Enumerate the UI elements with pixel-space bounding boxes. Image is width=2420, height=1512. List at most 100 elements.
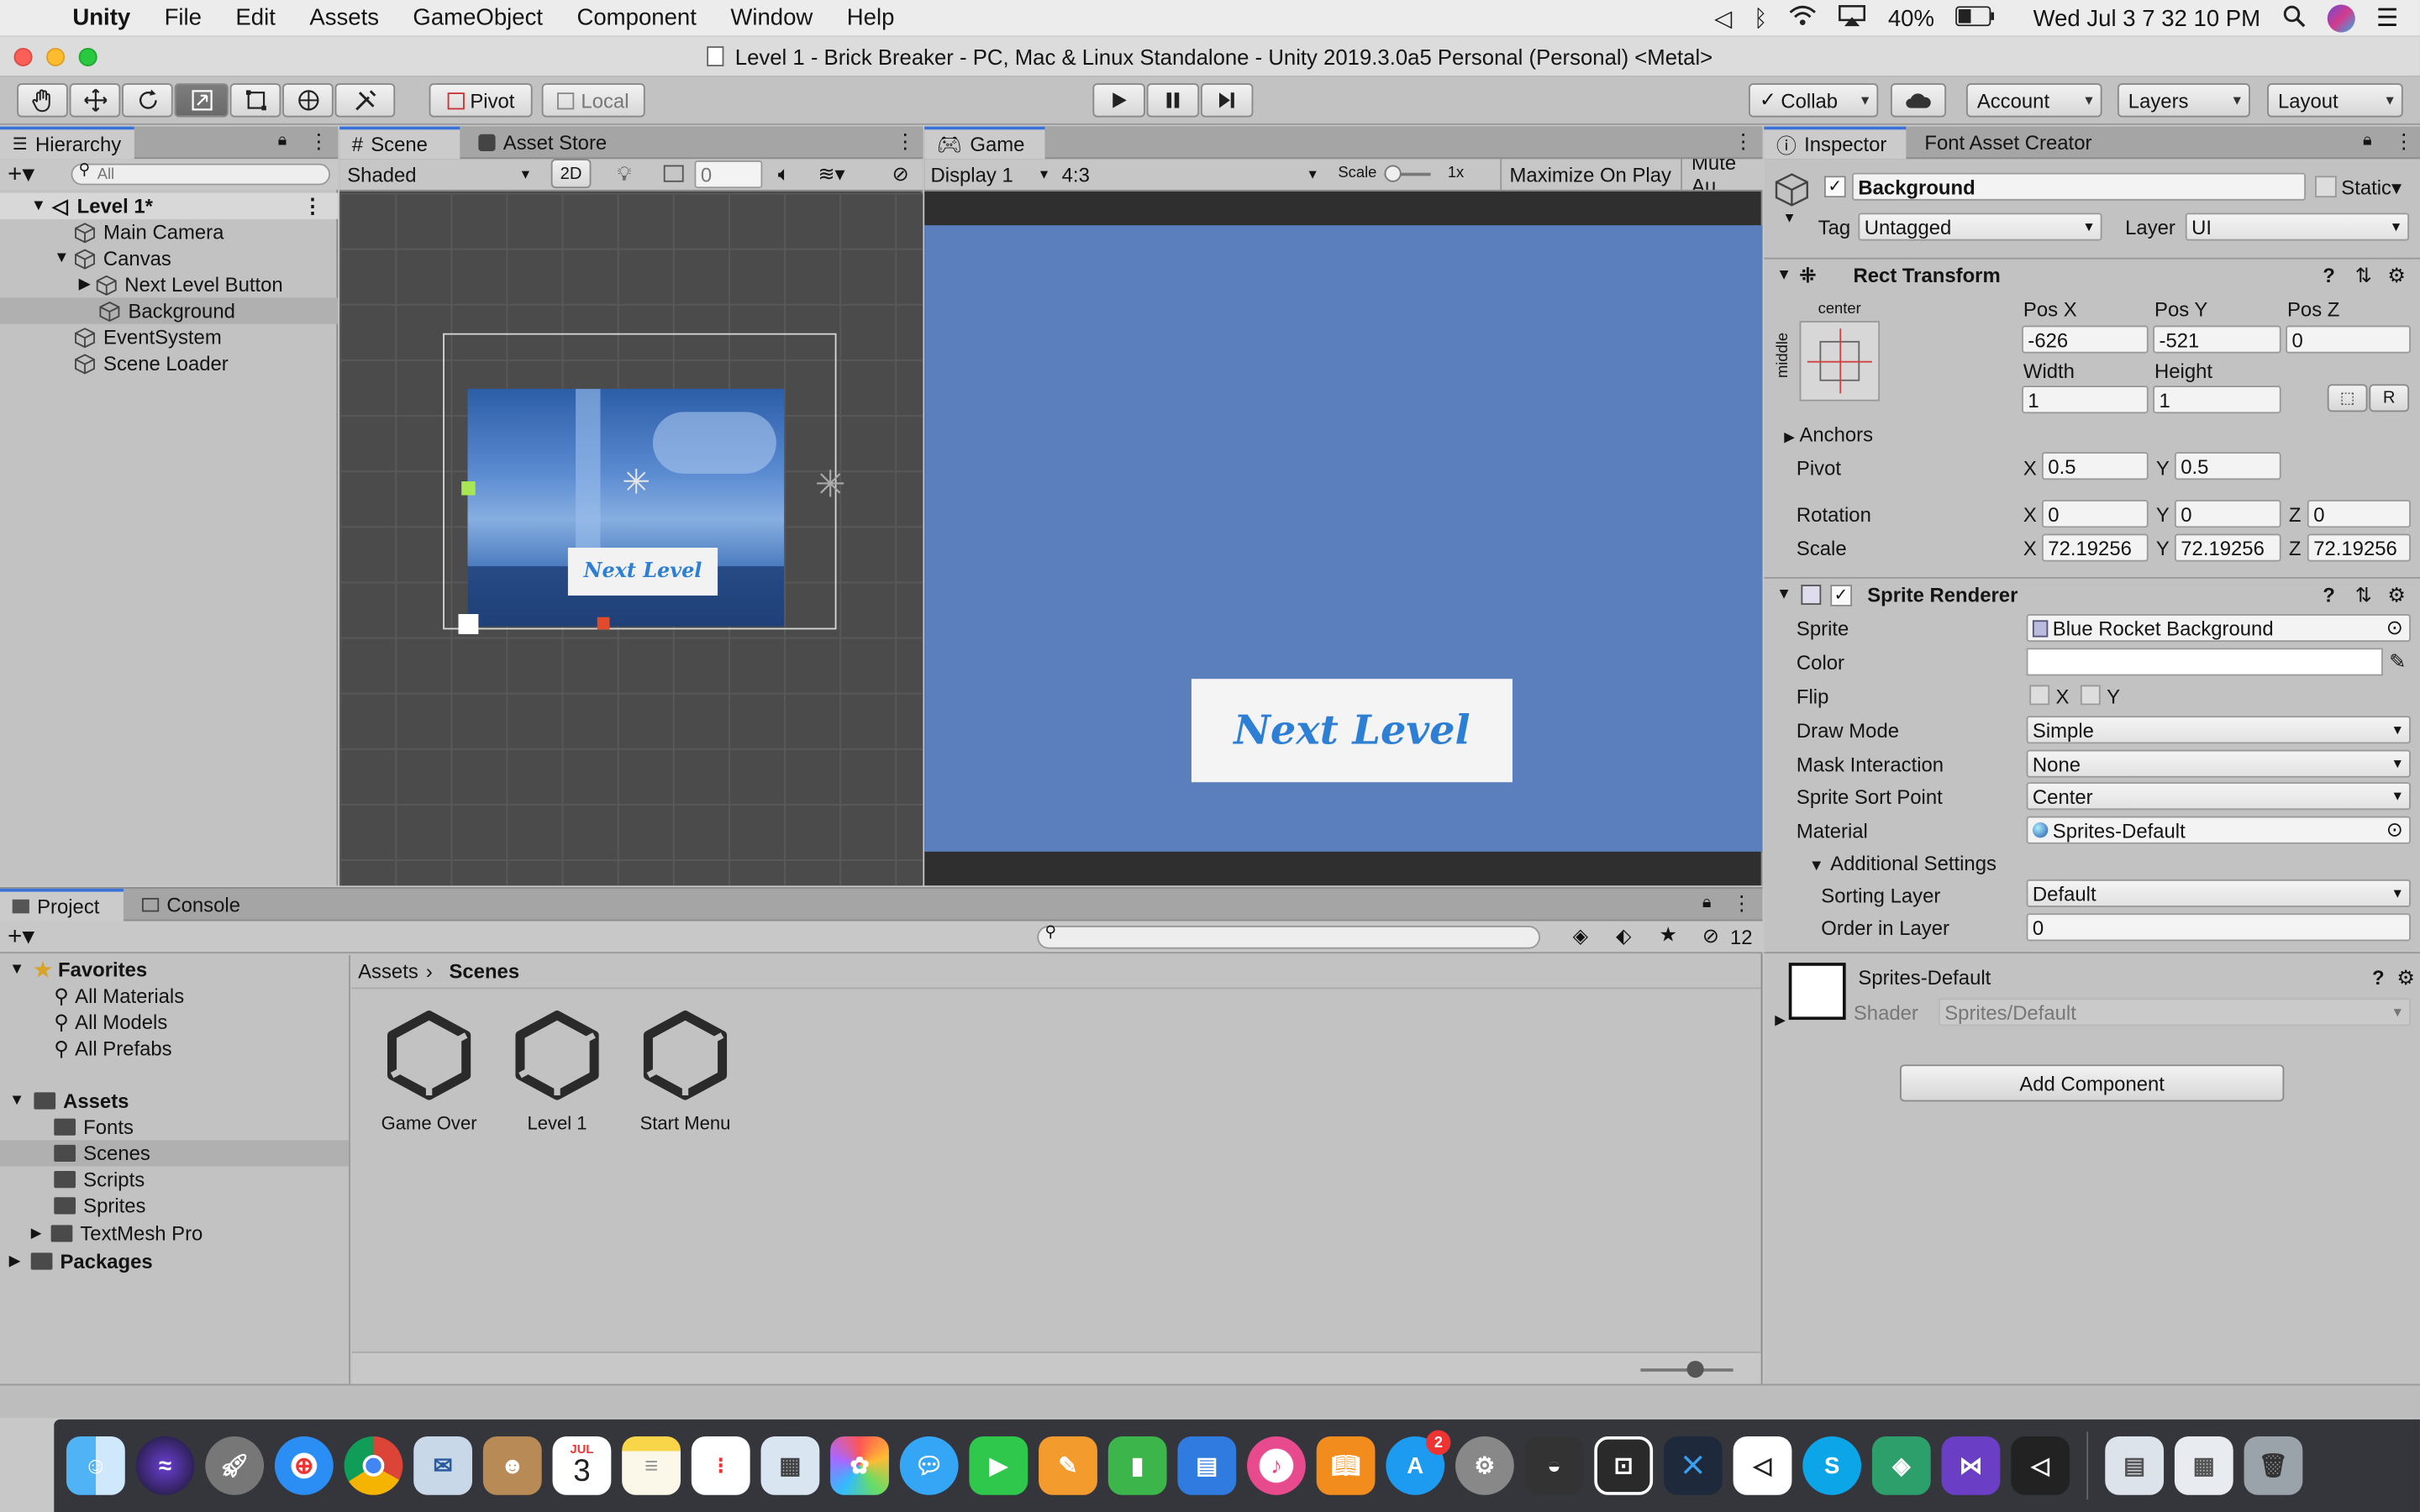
finder-icon[interactable]: ☺ <box>66 1436 125 1495</box>
image-effects-icon[interactable] <box>663 165 684 182</box>
trash-icon[interactable]: 🗑︎ <box>2244 1436 2303 1495</box>
packages-row[interactable]: ▶ Packages <box>0 1248 349 1274</box>
favorite-star-icon[interactable]: ★ <box>1659 922 1676 947</box>
game-next-level-button[interactable]: Next Level <box>1191 679 1512 783</box>
photos-icon[interactable]: ✿ <box>830 1436 889 1495</box>
inspector-menu-icon[interactable]: ⋮ <box>2394 129 2414 154</box>
pause-button[interactable] <box>1146 83 1200 118</box>
shader-dropdown[interactable]: Sprites/Default <box>1938 998 2411 1026</box>
sprite-object-field[interactable]: Blue Rocket Background ⊙ <box>2026 614 2411 643</box>
2d-toggle[interactable]: 2D <box>550 159 592 189</box>
object-picker-icon[interactable]: ⊙ <box>2386 817 2403 842</box>
hierarchy-search-input[interactable] <box>71 163 331 186</box>
lock-icon[interactable]: 🔒︎ <box>1702 893 1712 913</box>
hierarchy-item-scene-loader[interactable]: Scene Loader <box>0 350 338 376</box>
visual-studio-icon[interactable]: ⋈ <box>1941 1436 2001 1495</box>
menu-edit[interactable]: Edit <box>218 5 292 31</box>
pos-z-field[interactable]: 0 <box>2286 325 2411 354</box>
icon-size-slider[interactable] <box>1640 1360 1733 1378</box>
layer-dropdown[interactable]: UI <box>2185 213 2410 241</box>
calendar-icon[interactable]: JUL 3 <box>552 1436 612 1495</box>
layers-dropdown[interactable]: Layers <box>2117 83 2250 118</box>
create-plus-button[interactable]: +▾ <box>8 159 34 190</box>
aspect-dropdown[interactable]: 4:3 <box>1057 160 1324 188</box>
hierarchy-item-eventsystem[interactable]: EventSystem <box>0 324 338 350</box>
rot-x-field[interactable]: 0 <box>2041 500 2149 528</box>
pos-x-field[interactable]: -626 <box>2022 325 2149 354</box>
sorting-layer-dropdown[interactable]: Default <box>2026 879 2411 907</box>
keynote-icon[interactable]: ▤ <box>1177 1436 1237 1495</box>
step-button[interactable] <box>1200 83 1254 118</box>
tab-scene[interactable]: # Scene <box>339 126 460 160</box>
blueprint-mode-button[interactable]: ⬚ <box>2327 384 2368 412</box>
menu-file[interactable]: File <box>147 5 218 31</box>
background-sprite-preview[interactable]: Next Level <box>467 388 785 627</box>
scale-y-field[interactable]: 72.19256 <box>2174 533 2281 562</box>
add-component-button[interactable]: Add Component <box>1899 1064 2285 1102</box>
help-icon[interactable]: ? <box>2323 583 2335 606</box>
collapse-arrow-icon[interactable]: ▶ <box>31 1225 42 1242</box>
mail-icon[interactable]: ✉ <box>413 1436 473 1495</box>
rot-z-field[interactable]: 0 <box>2307 500 2411 528</box>
documents-stack-icon[interactable]: ▦ <box>2174 1436 2233 1495</box>
favorite-item-all-models[interactable]: ⚲ All Models <box>0 1009 349 1035</box>
search-by-type-icon[interactable]: ◈ <box>1573 924 1588 948</box>
unity-hub-icon[interactable]: ◁ <box>1733 1436 1792 1495</box>
pivot-y-field[interactable]: 0.5 <box>2174 452 2281 480</box>
battery-icon[interactable] <box>1955 5 1996 31</box>
play-button[interactable] <box>1092 83 1145 118</box>
presets-icon[interactable]: ⇅ <box>2355 582 2372 606</box>
siri-dock-icon[interactable]: ≈ <box>135 1436 195 1495</box>
favorite-item-all-materials[interactable]: ⚲ All Materials <box>0 983 349 1009</box>
settings-gear-icon[interactable]: ⚙ <box>2387 582 2405 606</box>
help-icon[interactable]: ? <box>2323 264 2335 287</box>
tab-game[interactable]: 🎮︎ Game <box>924 126 1045 160</box>
folder-item-scripts[interactable]: Scripts <box>0 1167 349 1193</box>
width-field[interactable]: 1 <box>2022 386 2149 414</box>
safari-icon[interactable]: ⊕ <box>274 1436 334 1495</box>
lock-icon[interactable]: 🔒︎ <box>278 131 287 151</box>
sprite-sort-point-dropdown[interactable]: Center <box>2026 782 2411 811</box>
menu-gameobject[interactable]: GameObject <box>396 5 560 31</box>
hierarchy-item-canvas[interactable]: ▼ Canvas <box>0 245 338 271</box>
app-store-icon[interactable]: A 2 <box>1386 1430 1451 1495</box>
tab-inspector[interactable]: ⓘ Inspector <box>1764 126 1907 160</box>
draw-mode-dropdown[interactable]: Simple <box>2026 716 2411 744</box>
numbers-icon[interactable]: ▮ <box>1107 1436 1167 1495</box>
tab-font-asset-creator[interactable]: Font Asset Creator <box>1912 127 2104 160</box>
anchor-presets-button[interactable] <box>1799 321 1881 402</box>
lock-icon[interactable]: 🔒︎ <box>2363 131 2372 151</box>
display-dropdown[interactable]: Display 1 <box>926 160 1055 188</box>
scale-handle-white[interactable] <box>458 614 479 634</box>
effects-layers-icon[interactable]: ≋▾ <box>818 162 844 186</box>
order-in-layer-field[interactable]: 0 <box>2026 913 2411 942</box>
project-menu-icon[interactable]: ⋮ <box>1732 892 1752 916</box>
gizmo-count-field[interactable]: 0 <box>694 160 763 189</box>
notes-icon[interactable]: ≡ <box>622 1436 681 1495</box>
minimize-window-button[interactable] <box>46 47 66 66</box>
clock[interactable]: Wed Jul 3 7 32 10 PM <box>2033 5 2261 31</box>
scene-viewport[interactable]: Next Level ✳ ✳ <box>339 192 923 886</box>
scale-slider[interactable] <box>1384 165 1431 182</box>
airplay-icon[interactable] <box>1839 5 1866 33</box>
scale-z-field[interactable]: 72.19256 <box>2307 533 2411 562</box>
facetime-icon[interactable]: ▶ <box>969 1436 1028 1495</box>
tab-project[interactable]: Project <box>0 888 124 921</box>
anchors-foldout[interactable]: ▶ Anchors <box>1784 423 1873 446</box>
flip-x-checkbox[interactable] <box>2029 685 2050 706</box>
rect-transform-header[interactable]: ▼ ⁜ Rect Transform ? ⇅ ⚙ <box>1764 257 2420 291</box>
menu-app-unity[interactable]: Unity <box>55 5 147 31</box>
cloud-services-button[interactable] <box>1890 83 1947 118</box>
siri-icon[interactable] <box>2327 4 2355 33</box>
flip-y-checkbox[interactable] <box>2080 685 2101 706</box>
pivot-x-field[interactable]: 0.5 <box>2041 452 2149 480</box>
framer-icon[interactable]: ⊡ <box>1594 1436 1654 1495</box>
contacts-icon[interactable]: ☻ <box>482 1436 542 1495</box>
help-icon[interactable]: ? <box>2372 966 2385 990</box>
hidden-objects-icon[interactable]: ⊘ <box>892 162 909 186</box>
prefab-dropdown-arrow[interactable]: ▼ <box>1782 210 1796 225</box>
scene-asset-game-over[interactable]: Game Over <box>371 1009 488 1134</box>
hierarchy-item-next-level-button[interactable]: ▶ Next Level Button <box>0 271 338 297</box>
kebab-menu-icon[interactable]: ⋮ <box>308 129 329 154</box>
game-viewport[interactable]: Next Level <box>924 225 1763 852</box>
